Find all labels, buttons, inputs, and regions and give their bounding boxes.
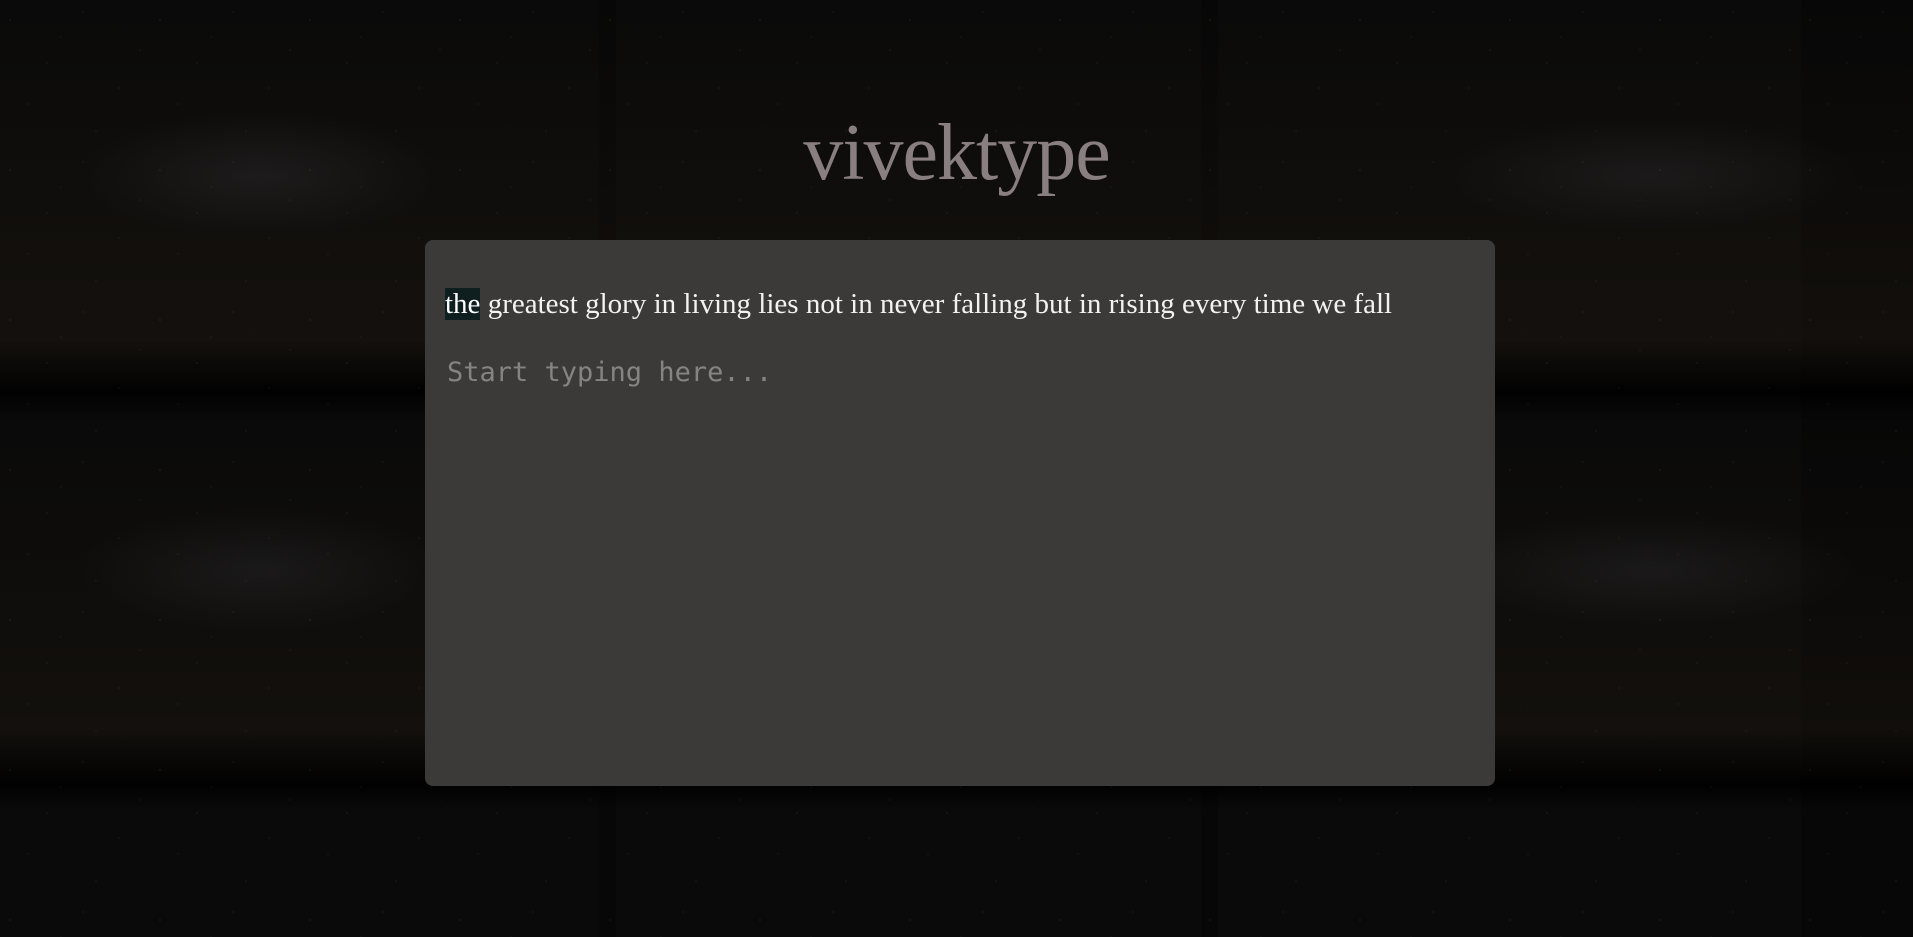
quote-text: the greatest glory in living lies not in… (445, 287, 1485, 321)
page-title: vivektype (803, 109, 1110, 197)
typing-input[interactable] (445, 352, 1469, 392)
typing-card: the greatest glory in living lies not in… (425, 240, 1495, 786)
quote-remaining-text: greatest glory in living lies not in nev… (480, 288, 1393, 320)
current-word-highlight: the (445, 288, 481, 320)
